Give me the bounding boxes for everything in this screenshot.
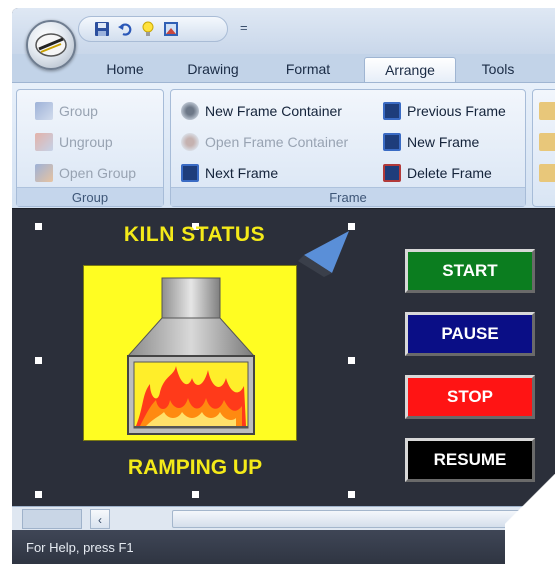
tab-tools[interactable]: Tools <box>468 57 528 82</box>
previous-frame-button[interactable]: Previous Frame <box>383 100 506 122</box>
kiln-status-text: RAMPING UP <box>127 456 263 479</box>
new-frame-container-label: New Frame Container <box>205 103 342 119</box>
ungroup-icon <box>35 133 53 151</box>
kiln-graphic <box>83 265 297 441</box>
ribbon-icon <box>539 164 555 182</box>
horizontal-scrollbar[interactable]: ‹ <box>12 506 555 530</box>
application-logo-icon <box>35 33 67 57</box>
scrollbar-thumb[interactable] <box>172 510 532 528</box>
group-button-label: Group <box>59 103 98 119</box>
scroll-left-arrow-icon[interactable]: ‹ <box>90 509 110 529</box>
undo-icon[interactable] <box>116 21 133 38</box>
open-group-button-label: Open Group <box>59 165 137 181</box>
next-frame-label: Next Frame <box>205 165 279 181</box>
frame-section: New Frame Container Open Frame Container… <box>170 89 526 207</box>
new-frame-icon <box>383 133 401 151</box>
ribbon-tab-bar: Home Drawing Format Arrange Tools <box>12 54 555 82</box>
resume-button[interactable]: RESUME <box>405 438 535 482</box>
status-bar: For Help, press F1 <box>12 530 555 564</box>
selection-handle[interactable] <box>35 491 42 498</box>
ribbon-icon <box>539 102 555 120</box>
kiln-furnace-icon <box>126 277 256 435</box>
application-menu-button[interactable] <box>26 20 76 70</box>
open-group-icon <box>35 164 53 182</box>
page-tab-area[interactable] <box>22 509 82 529</box>
open-frame-container-icon <box>181 133 199 151</box>
group-icon <box>35 102 53 120</box>
group-section-label: Group <box>17 187 163 206</box>
previous-frame-label: Previous Frame <box>407 103 506 119</box>
selection-handle[interactable] <box>348 491 355 498</box>
tab-home[interactable]: Home <box>98 57 152 82</box>
selection-handle[interactable] <box>348 357 355 364</box>
delete-frame-icon <box>383 164 401 182</box>
selection-handle[interactable] <box>192 491 199 498</box>
ribbon-icon <box>539 133 555 151</box>
customize-toolbar-icon[interactable]: = <box>240 20 248 35</box>
pause-button[interactable]: PAUSE <box>405 312 535 356</box>
new-frame-button[interactable]: New Frame <box>383 131 479 153</box>
selection-handle[interactable] <box>35 357 42 364</box>
next-frame-icon <box>181 164 199 182</box>
ribbon-panel: Group Ungroup Open Group Group New Frame… <box>12 82 555 208</box>
previous-frame-icon <box>383 102 401 120</box>
lightbulb-icon[interactable] <box>139 21 156 38</box>
save-icon[interactable] <box>93 21 110 38</box>
application-window: = Home Drawing Format Arrange Tools Grou… <box>12 8 555 564</box>
tab-arrange[interactable]: Arrange <box>364 57 456 82</box>
start-button[interactable]: START <box>405 249 535 293</box>
mouse-pointer-icon <box>298 231 349 277</box>
stop-button[interactable]: STOP <box>405 375 535 419</box>
delete-frame-label: Delete Frame <box>407 165 492 181</box>
new-frame-container-button[interactable]: New Frame Container <box>181 100 342 122</box>
group-button[interactable]: Group <box>35 100 98 122</box>
group-section: Group Ungroup Open Group Group <box>16 89 164 207</box>
next-ribbon-group <box>532 89 555 207</box>
selection-handle[interactable] <box>35 223 42 230</box>
ungroup-button-label: Ungroup <box>59 134 113 150</box>
next-frame-button[interactable]: Next Frame <box>181 162 278 184</box>
open-frame-container-button[interactable]: Open Frame Container <box>181 131 348 153</box>
kiln-title: KILN STATUS <box>123 223 266 246</box>
delete-frame-button[interactable]: Delete Frame <box>383 162 492 184</box>
new-frame-label: New Frame <box>407 134 480 150</box>
ungroup-button[interactable]: Ungroup <box>35 131 113 153</box>
frame-container-icon <box>181 102 199 120</box>
open-group-button[interactable]: Open Group <box>35 162 136 184</box>
tab-format[interactable]: Format <box>278 57 338 82</box>
quick-access-toolbar <box>78 16 228 42</box>
drawing-canvas[interactable]: KILN STATUS RAMPING UP START PAUSE STOP … <box>12 208 555 506</box>
frame-section-label: Frame <box>171 187 525 206</box>
open-frame-container-label: Open Frame Container <box>205 134 349 150</box>
tab-drawing[interactable]: Drawing <box>178 57 248 82</box>
status-text: For Help, press F1 <box>26 540 134 555</box>
title-strip: = <box>12 8 555 54</box>
picture-icon[interactable] <box>162 21 179 38</box>
